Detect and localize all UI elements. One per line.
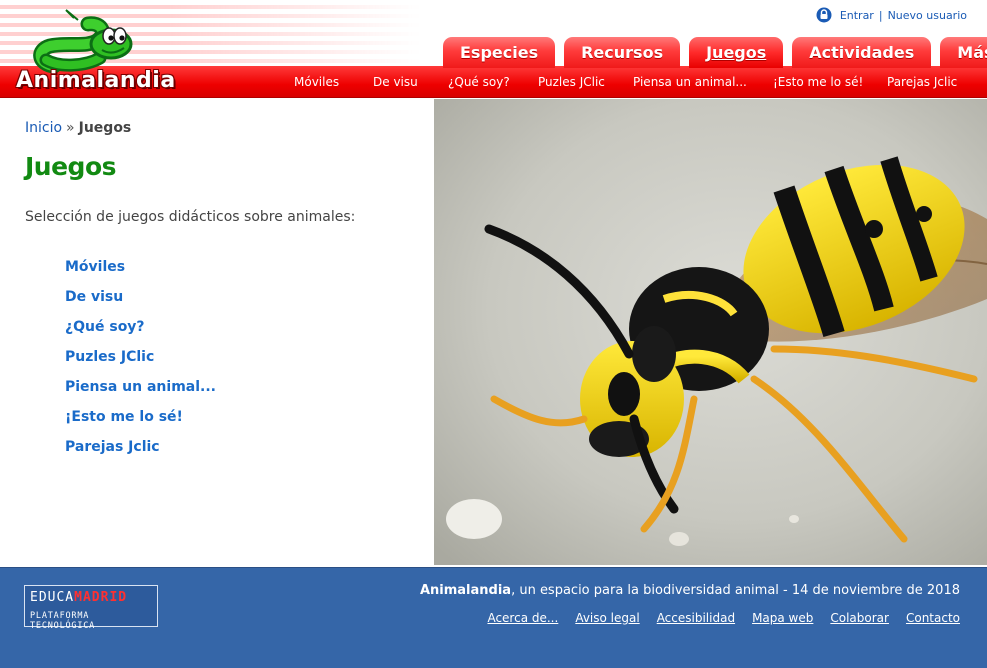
footer-tagline: Animalandia, un espacio para la biodiver… — [420, 583, 960, 598]
breadcrumb-current: Juegos — [78, 120, 132, 136]
subnav-esto-me-lo-se[interactable]: ¡Esto me lo sé! — [773, 66, 863, 98]
subnav-puzles-jclic[interactable]: Puzles JClic — [538, 66, 605, 98]
list-item: Puzles JClic — [65, 346, 216, 376]
tab-recursos[interactable]: Recursos — [564, 37, 681, 68]
game-link-que-soy[interactable]: ¿Qué soy? — [65, 319, 145, 335]
list-item: De visu — [65, 286, 216, 316]
game-link-puzles-jclic[interactable]: Puzles JClic — [65, 349, 154, 365]
subnav-moviles[interactable]: Móviles — [294, 66, 339, 98]
user-links-separator: | — [878, 8, 883, 22]
footer-link-aviso-legal[interactable]: Aviso legal — [575, 611, 639, 625]
footer-link-accesibilidad[interactable]: Accesibilidad — [657, 611, 735, 625]
footer-link-colaborar[interactable]: Colaborar — [830, 611, 889, 625]
list-item: Móviles — [65, 256, 216, 286]
tab-juegos[interactable]: Juegos — [689, 37, 784, 68]
breadcrumb: Inicio» Juegos — [25, 120, 131, 136]
game-link-piensa-un-animal[interactable]: Piensa un animal... — [65, 379, 216, 395]
footer-site-name: Animalandia — [419, 583, 512, 598]
footer-links: Acerca de... Aviso legal Accesibilidad M… — [470, 611, 960, 625]
subnav-de-visu[interactable]: De visu — [373, 66, 418, 98]
subnav-que-soy[interactable]: ¿Qué soy? — [448, 66, 510, 98]
game-link-de-visu[interactable]: De visu — [65, 289, 123, 305]
wasp-photo — [434, 99, 987, 565]
game-link-esto-me-lo-se[interactable]: ¡Esto me lo sé! — [65, 409, 183, 425]
footer-link-acerca[interactable]: Acerca de... — [487, 611, 558, 625]
educamadrid-subtitle: PLATAFORMA TECNOLÓGICA — [30, 611, 96, 631]
footer-tagline-text: , un espacio para la biodiversidad anima… — [511, 583, 960, 598]
game-link-moviles[interactable]: Móviles — [65, 259, 125, 275]
educamadrid-wordmark: EDUCAMADRID — [30, 590, 128, 605]
user-links: Entrar | Nuevo usuario — [816, 7, 967, 23]
list-item: Piensa un animal... — [65, 376, 216, 406]
footer-link-mapa-web[interactable]: Mapa web — [752, 611, 813, 625]
subnav-parejas-jclic[interactable]: Parejas Jclic — [887, 66, 957, 98]
lock-icon[interactable] — [816, 7, 832, 23]
intro-text: Selección de juegos didácticos sobre ani… — [25, 209, 356, 225]
educamadrid-badge[interactable]: EDUCAMADRID PLATAFORMA TECNOLÓGICA — [24, 585, 158, 631]
site-header: Animalandia Entrar | Nuevo usuario Espec… — [0, 0, 987, 99]
tab-especies[interactable]: Especies — [443, 37, 556, 68]
list-item: Parejas Jclic — [65, 436, 216, 466]
footer-link-contacto[interactable]: Contacto — [906, 611, 960, 625]
list-item: ¿Qué soy? — [65, 316, 216, 346]
breadcrumb-separator: » — [66, 120, 75, 136]
tab-actividades[interactable]: Actividades — [792, 37, 932, 68]
page-title: Juegos — [25, 152, 117, 181]
subnav: Móviles De visu ¿Qué soy? Puzles JClic P… — [0, 66, 987, 98]
main-tabs: Especies Recursos Juegos Actividades Más… — [443, 37, 987, 68]
breadcrumb-home[interactable]: Inicio — [25, 120, 62, 136]
game-link-parejas-jclic[interactable]: Parejas Jclic — [65, 439, 160, 455]
register-link[interactable]: Nuevo usuario — [888, 9, 967, 22]
game-list: Móviles De visu ¿Qué soy? Puzles JClic P… — [65, 256, 216, 466]
login-link[interactable]: Entrar — [840, 9, 874, 22]
list-item: ¡Esto me lo sé! — [65, 406, 216, 436]
subnav-piensa-un-animal[interactable]: Piensa un animal... — [633, 66, 747, 98]
tab-mas[interactable]: Más... — [940, 37, 987, 68]
